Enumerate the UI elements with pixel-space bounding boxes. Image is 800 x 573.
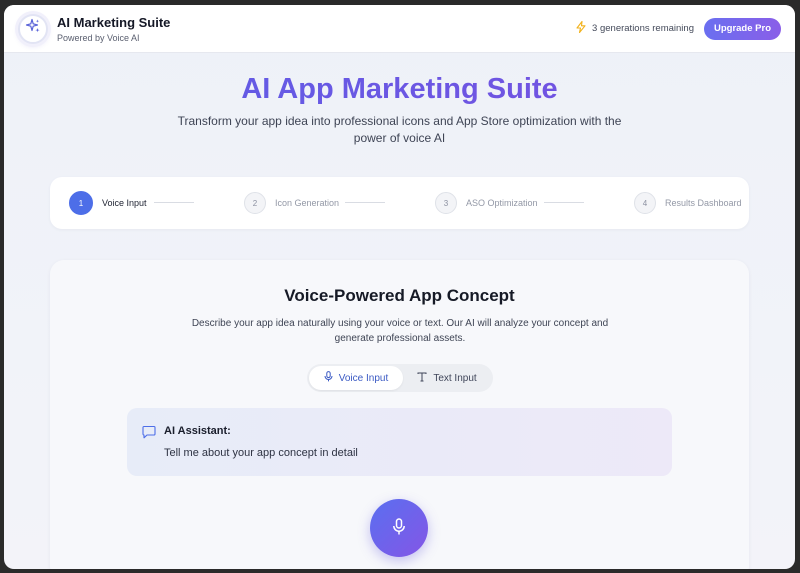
step-label: ASO Optimization (466, 198, 538, 208)
text-input-tab[interactable]: Text Input (403, 366, 491, 390)
step-number: 2 (244, 192, 266, 214)
step-results-dashboard[interactable]: 4 Results Dashboard (634, 191, 742, 215)
step-label: Voice Input (102, 198, 147, 208)
text-type-icon (417, 372, 433, 385)
step-connector (154, 202, 194, 203)
record-voice-button[interactable] (370, 499, 428, 557)
step-voice-input[interactable]: 1 Voice Input (69, 191, 147, 215)
concept-card: Voice-Powered App Concept Describe your … (50, 260, 749, 569)
upgrade-pro-button[interactable]: Upgrade Pro (703, 17, 781, 40)
voice-input-tab-label: Voice Input (338, 372, 389, 384)
page-title: AI App Marketing Suite (4, 73, 795, 106)
concept-title: Voice-Powered App Concept (284, 286, 515, 305)
text-input-tab-label: Text Input (433, 372, 477, 384)
generations-remaining-text: 3 generations remaining (592, 23, 694, 34)
mic-icon (324, 371, 339, 385)
brand: AI Marketing Suite Powered by Voice AI (57, 15, 170, 43)
brand-title: AI Marketing Suite (57, 14, 171, 30)
step-number: 3 (435, 192, 457, 214)
step-icon-generation[interactable]: 2 Icon Generation (244, 191, 339, 215)
progress-steps: 1 Voice Input 2 Icon Generation 3 ASO Op… (50, 177, 749, 229)
header-actions: 3 generations remaining Upgrade Pro (576, 17, 781, 40)
step-aso-optimization[interactable]: 3 ASO Optimization (435, 191, 538, 215)
mic-icon (392, 517, 406, 539)
step-number: 4 (634, 192, 656, 214)
app-logo[interactable] (18, 13, 48, 44)
assistant-message-text: Tell me about your app concept in detail (164, 447, 358, 459)
ai-assistant-message: AI Assistant: Tell me about your app con… (127, 408, 672, 476)
chat-bubble-icon (142, 425, 156, 444)
app-window: AI Marketing Suite Powered by Voice AI 3… (4, 5, 795, 569)
step-connector (345, 202, 385, 203)
brand-subtitle: Powered by Voice AI (57, 32, 140, 43)
generations-remaining: 3 generations remaining (576, 20, 694, 36)
voice-input-tab[interactable]: Voice Input (309, 366, 403, 390)
top-header: AI Marketing Suite Powered by Voice AI 3… (4, 5, 795, 53)
step-connector (544, 202, 584, 203)
lightning-icon (576, 20, 592, 36)
input-mode-toggle: Voice Input Text Input (307, 364, 493, 392)
step-label: Results Dashboard (665, 198, 742, 208)
concept-description: Describe your app idea naturally using y… (191, 318, 609, 344)
page-subtitle: Transform your app idea into professiona… (177, 114, 622, 145)
assistant-title: AI Assistant: (164, 425, 231, 437)
step-label: Icon Generation (275, 198, 340, 208)
sparkles-icon (25, 18, 41, 39)
step-number: 1 (69, 191, 93, 215)
